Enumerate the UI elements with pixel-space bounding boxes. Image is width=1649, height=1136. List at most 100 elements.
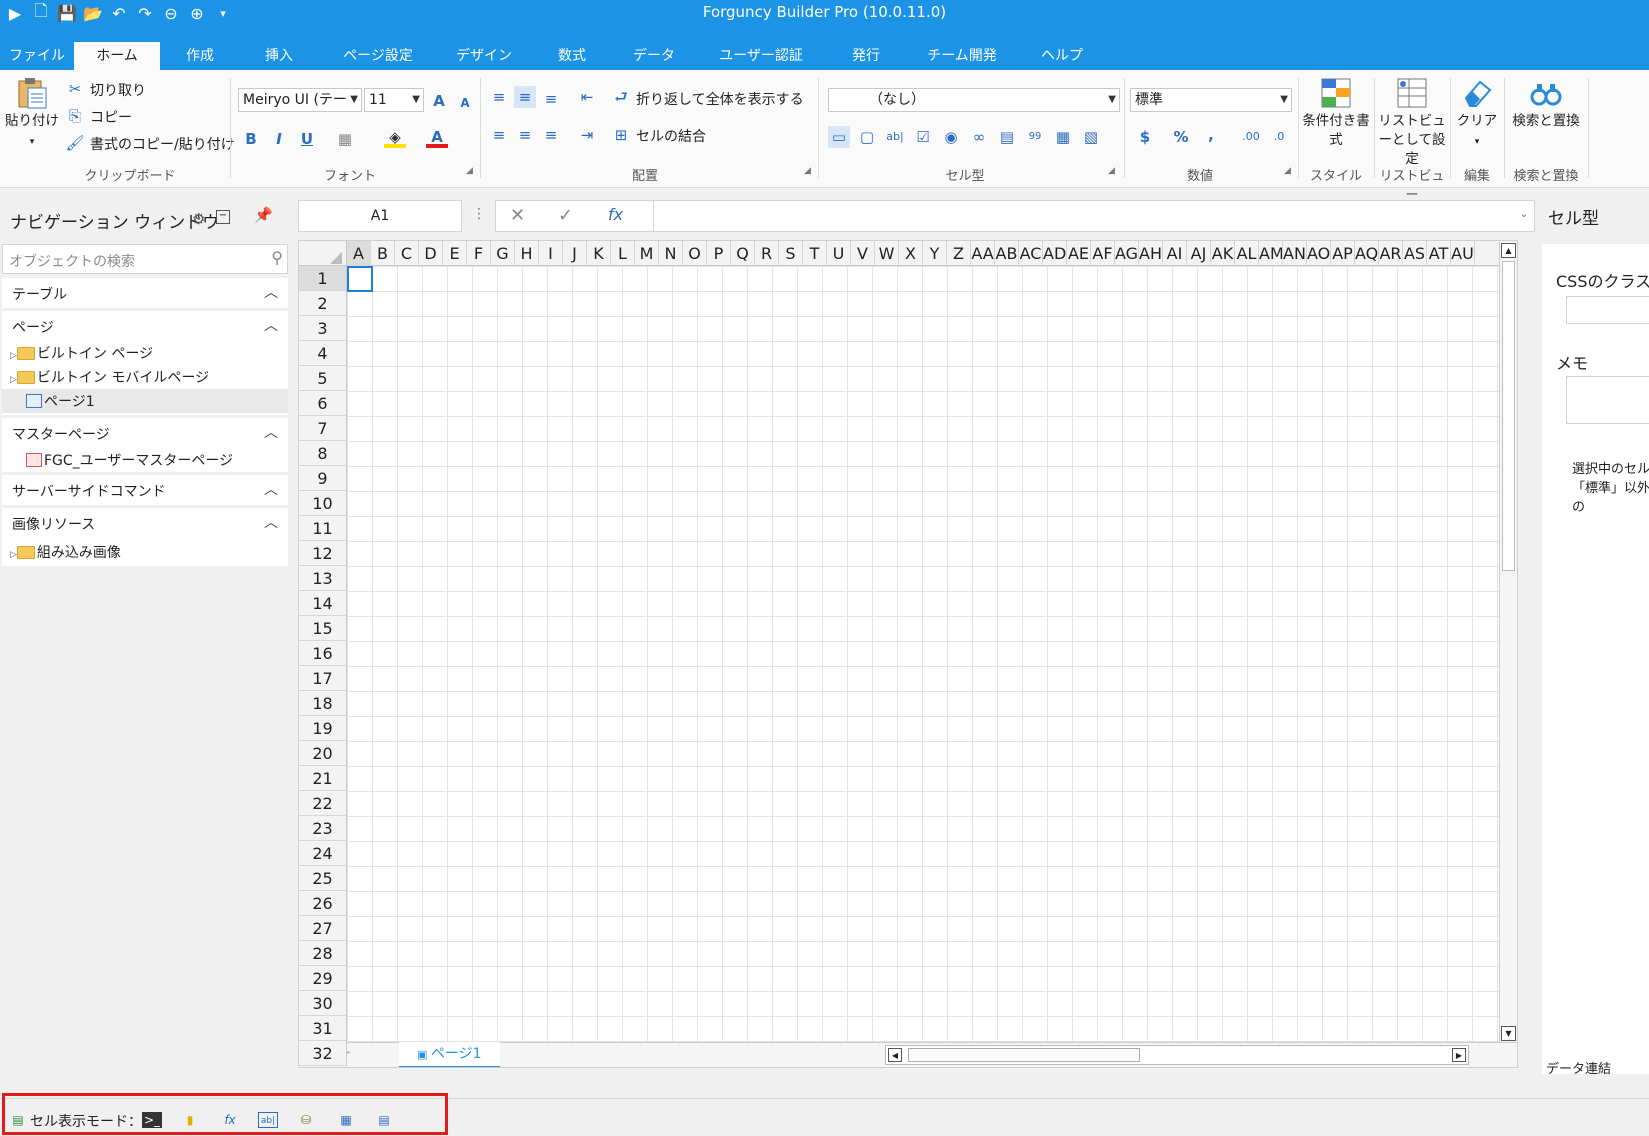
set-listview-button[interactable]: リストビューとして設定 bbox=[1376, 76, 1448, 169]
layout-mode-icon[interactable]: ▤ bbox=[374, 1112, 394, 1128]
column-header[interactable]: J bbox=[563, 241, 587, 266]
column-header[interactable]: AC bbox=[1019, 241, 1043, 266]
row-header[interactable]: 4 bbox=[299, 341, 347, 366]
css-class-input[interactable] bbox=[1566, 296, 1649, 324]
chevron-up-icon[interactable]: ︿ bbox=[264, 512, 278, 532]
calendar-celltype-icon[interactable]: ▦ bbox=[1052, 126, 1074, 148]
nav-section-page-title[interactable]: ページ bbox=[12, 317, 54, 337]
conditional-format-button[interactable]: 条件付き書式 bbox=[1300, 76, 1372, 150]
selected-cell[interactable] bbox=[347, 266, 373, 292]
row-header[interactable]: 23 bbox=[299, 816, 347, 841]
bold-button[interactable]: B bbox=[240, 128, 262, 150]
column-header[interactable]: I bbox=[539, 241, 563, 266]
radio-celltype-icon[interactable]: ◉ bbox=[940, 126, 962, 148]
hyperlink-celltype-icon[interactable]: ∞ bbox=[968, 126, 990, 148]
row-header[interactable]: 30 bbox=[299, 991, 347, 1016]
column-header[interactable]: U bbox=[827, 241, 851, 266]
row-header[interactable]: 9 bbox=[299, 466, 347, 491]
tab-insert[interactable]: 挿入 bbox=[240, 42, 318, 70]
column-header[interactable]: AJ bbox=[1187, 241, 1211, 266]
row-header[interactable]: 10 bbox=[299, 491, 347, 516]
scroll-right-icon[interactable]: ▶ bbox=[1452, 1048, 1466, 1062]
scroll-left-icon[interactable]: ◀ bbox=[888, 1048, 902, 1062]
tree-item-builtin-page[interactable]: ▷ ビルトイン ページ bbox=[10, 343, 153, 363]
tab-team-dev[interactable]: チーム開発 bbox=[904, 42, 1020, 70]
search-icon[interactable]: ⚲ bbox=[271, 248, 283, 267]
column-header[interactable]: S bbox=[779, 241, 803, 266]
column-header[interactable]: AD bbox=[1043, 241, 1067, 266]
row-header[interactable]: 17 bbox=[299, 666, 347, 691]
scroll-down-icon[interactable]: ▼ bbox=[1501, 1026, 1516, 1041]
combobox-celltype-icon[interactable]: ▤ bbox=[996, 126, 1018, 148]
column-header[interactable]: AK bbox=[1211, 241, 1235, 266]
formula-input[interactable] bbox=[653, 201, 1534, 231]
column-header[interactable]: Q bbox=[731, 241, 755, 266]
number-celltype-icon[interactable]: 99 bbox=[1024, 126, 1046, 148]
horizontal-scrollbar[interactable]: ◀ ▶ bbox=[885, 1045, 1469, 1065]
format-painter-button[interactable]: 書式のコピー/貼り付け bbox=[90, 134, 235, 154]
object-search-input[interactable]: オブジェクトの検索 ⚲ bbox=[2, 244, 288, 274]
more-icon[interactable]: ⋮ bbox=[472, 206, 486, 222]
percent-icon[interactable]: % bbox=[1170, 126, 1192, 148]
scroll-up-icon[interactable]: ▲ bbox=[1501, 243, 1516, 258]
nav-section-table[interactable]: テーブル ︿ bbox=[2, 278, 288, 308]
alignment-dialog-launcher-icon[interactable]: ◢ bbox=[804, 166, 811, 176]
row-header[interactable]: 32 bbox=[299, 1041, 347, 1066]
expand-icon[interactable]: ▷ bbox=[10, 351, 17, 361]
nav-section-images-title[interactable]: 画像リソース bbox=[12, 514, 95, 534]
tab-publish[interactable]: 発行 bbox=[828, 42, 904, 70]
select-all-corner[interactable] bbox=[299, 241, 347, 266]
border-icon[interactable]: ▦ bbox=[334, 128, 356, 150]
tree-item-builtin-mobile[interactable]: ▷ ビルトイン モバイルページ bbox=[10, 367, 209, 387]
rounded-button-celltype-icon[interactable]: ▢ bbox=[856, 126, 878, 148]
merge-cells-button[interactable]: セルの結合 bbox=[636, 126, 706, 146]
row-header[interactable]: 29 bbox=[299, 966, 347, 991]
column-header[interactable]: N bbox=[659, 241, 683, 266]
column-header[interactable]: H bbox=[515, 241, 539, 266]
tab-data-binding[interactable]: データ連結 bbox=[1546, 1058, 1611, 1077]
align-left-icon[interactable]: ≡ bbox=[488, 124, 510, 146]
row-header[interactable]: 3 bbox=[299, 316, 347, 341]
formula-mode-icon[interactable]: fx bbox=[220, 1112, 240, 1128]
chevron-up-icon[interactable]: ︿ bbox=[264, 315, 278, 335]
column-header[interactable]: X bbox=[899, 241, 923, 266]
tab-file[interactable]: ファイル bbox=[0, 42, 74, 70]
font-dialog-launcher-icon[interactable]: ◢ bbox=[466, 166, 473, 176]
row-header[interactable]: 7 bbox=[299, 416, 347, 441]
column-header[interactable]: Y bbox=[923, 241, 947, 266]
tab-formula[interactable]: 数式 bbox=[530, 42, 614, 70]
find-replace-button[interactable]: 検索と置換 bbox=[1506, 76, 1586, 131]
number-dialog-launcher-icon[interactable]: ◢ bbox=[1284, 166, 1291, 176]
listview-mode-icon[interactable]: ▦ bbox=[336, 1112, 356, 1128]
align-top-icon[interactable]: ≡ bbox=[488, 86, 510, 108]
italic-button[interactable]: I bbox=[268, 128, 290, 150]
column-header[interactable]: AQ bbox=[1355, 241, 1379, 266]
function-icon[interactable]: fx bbox=[608, 205, 623, 224]
column-header[interactable]: AA bbox=[971, 241, 995, 266]
column-header[interactable]: L bbox=[611, 241, 635, 266]
chevron-up-icon[interactable]: ︿ bbox=[264, 282, 278, 302]
column-header[interactable]: G bbox=[491, 241, 515, 266]
column-header[interactable]: AI bbox=[1163, 241, 1187, 266]
cell-type-select[interactable]: （なし） ▼ bbox=[828, 88, 1120, 112]
row-header[interactable]: 31 bbox=[299, 1016, 347, 1041]
tab-page-setup[interactable]: ページ設定 bbox=[318, 42, 438, 70]
indent-increase-icon[interactable]: ⇥ bbox=[576, 124, 598, 146]
row-header[interactable]: 24 bbox=[299, 841, 347, 866]
name-box[interactable]: A1 bbox=[298, 200, 462, 232]
column-header[interactable]: D bbox=[419, 241, 443, 266]
font-family-select[interactable]: Meiryo UI (テー ▼ bbox=[238, 88, 362, 112]
row-header[interactable]: 28 bbox=[299, 941, 347, 966]
copy-button[interactable]: コピー bbox=[90, 107, 132, 127]
indent-decrease-icon[interactable]: ⇤ bbox=[576, 86, 598, 108]
column-header[interactable]: W bbox=[875, 241, 899, 266]
memo-input[interactable] bbox=[1566, 376, 1649, 424]
expand-formula-icon[interactable]: ⌄ bbox=[1520, 209, 1528, 220]
cell-area[interactable] bbox=[347, 266, 1507, 1044]
tree-item-fgc-master[interactable]: FGC_ユーザーマスターページ bbox=[26, 450, 233, 470]
fill-color-icon[interactable]: ◈ bbox=[384, 126, 406, 148]
highlight-mode-icon[interactable]: ▮ bbox=[180, 1112, 200, 1128]
row-header[interactable]: 8 bbox=[299, 441, 347, 466]
column-header[interactable]: AR bbox=[1379, 241, 1403, 266]
tab-user-auth[interactable]: ユーザー認証 bbox=[694, 42, 828, 70]
